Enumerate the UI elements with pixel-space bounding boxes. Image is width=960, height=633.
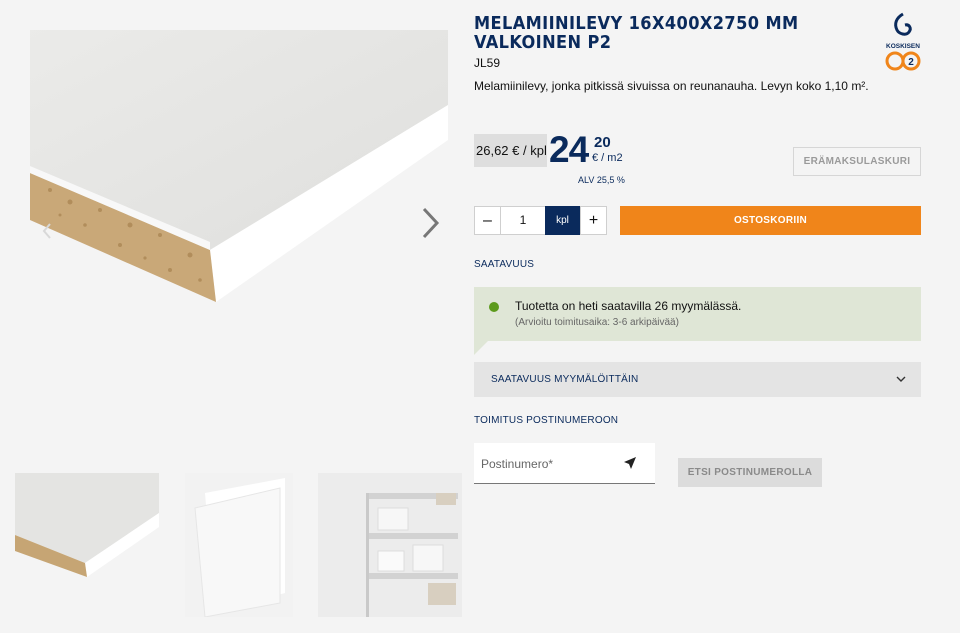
- vat-label: ALV 25,5 %: [578, 175, 625, 185]
- chevron-down-icon: [896, 376, 906, 382]
- availability-heading: SAATAVUUS: [474, 259, 535, 270]
- search-by-postal-code-button[interactable]: ETSI POSTINUMEROLLA: [678, 458, 822, 487]
- quantity-input[interactable]: 1: [501, 206, 545, 235]
- postal-code-input[interactable]: Postinumero*: [474, 443, 655, 484]
- thumbnail-3[interactable]: [318, 473, 462, 617]
- availability-status-text: Tuotetta on heti saatavilla 26 myymäläss…: [515, 299, 742, 313]
- product-title: MELAMIINILEVY 16X400X2750 MM VALKOINEN P…: [474, 13, 799, 53]
- availability-status-dot: [489, 302, 499, 312]
- thumbnail-2[interactable]: [185, 473, 293, 617]
- availability-box-notch: [474, 341, 488, 355]
- quantity-unit-select[interactable]: kpl: [545, 206, 580, 235]
- add-to-cart-button[interactable]: OSTOSKORIIN: [620, 206, 921, 235]
- delivery-heading: TOIMITUS POSTINUMEROON: [474, 415, 619, 426]
- store-availability-accordion[interactable]: SAATAVUUS MYYMÄLÖITTÄIN: [474, 362, 921, 397]
- price-unit: € / m2: [592, 152, 623, 164]
- chevron-left-icon[interactable]: [40, 222, 54, 240]
- quantity-decrease-button[interactable]: –: [474, 206, 501, 235]
- thumbnail-strip: [15, 473, 462, 617]
- koskisen-logo: KOSKISEN 2: [885, 12, 921, 71]
- availability-box: [474, 287, 921, 341]
- product-sku: JL59: [474, 56, 501, 70]
- location-arrow-icon[interactable]: [623, 456, 637, 470]
- logo-badge: 2: [908, 57, 914, 68]
- logo-text: KOSKISEN: [886, 43, 920, 50]
- main-product-image: [30, 30, 448, 302]
- postal-code-placeholder: Postinumero*: [481, 457, 554, 471]
- old-price: 26,62 € / kpl: [474, 134, 547, 167]
- price-decimals: 20: [594, 134, 611, 151]
- delivery-estimate-text: (Arvioitu toimitusaika: 3-6 arkipäivää): [515, 317, 679, 328]
- product-description: Melamiinilevy, jonka pitkissä sivuissa o…: [474, 79, 869, 93]
- price-integer: 24: [549, 129, 589, 170]
- thumbnail-1[interactable]: [15, 473, 159, 617]
- quantity-increase-button[interactable]: +: [580, 206, 607, 235]
- installment-calculator-button[interactable]: ERÄMAKSULASKURI: [793, 147, 921, 176]
- chevron-right-icon[interactable]: [415, 205, 445, 241]
- store-availability-label: SAATAVUUS MYYMÄLÖITTÄIN: [491, 374, 639, 385]
- product-page: MELAMIINILEVY 16X400X2750 MM VALKOINEN P…: [0, 0, 960, 633]
